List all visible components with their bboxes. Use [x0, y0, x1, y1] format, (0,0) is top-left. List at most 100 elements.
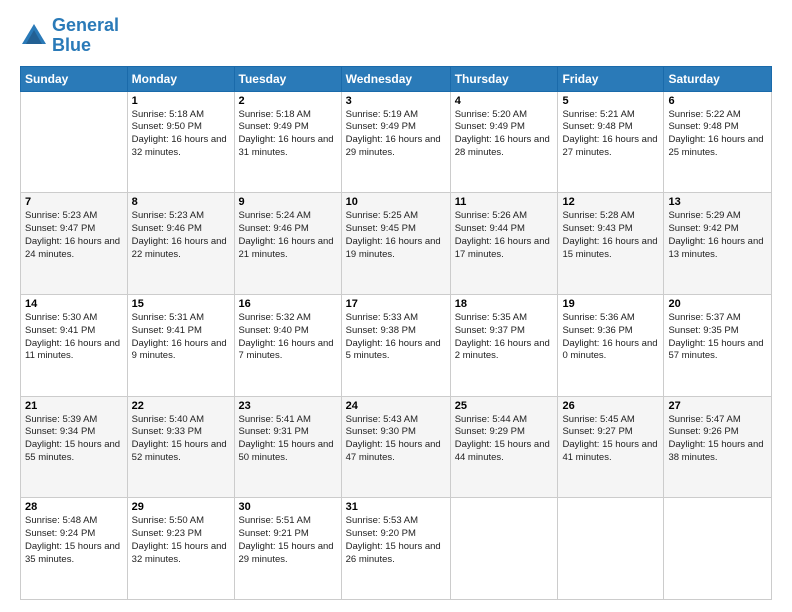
- sunset-text: Sunset: 9:50 PM: [132, 121, 202, 132]
- calendar-cell: 21 Sunrise: 5:39 AM Sunset: 9:34 PM Dayl…: [21, 396, 128, 498]
- sunset-text: Sunset: 9:41 PM: [25, 325, 95, 336]
- daylight-text: Daylight: 15 hours and 47 minutes.: [346, 439, 441, 463]
- daylight-text: Daylight: 16 hours and 9 minutes.: [132, 338, 227, 362]
- page: General Blue SundayMondayTuesdayWednesda…: [0, 0, 792, 612]
- day-number: 16: [239, 298, 337, 310]
- sunrise-text: Sunrise: 5:44 AM: [455, 414, 527, 425]
- day-info: Sunrise: 5:43 AM Sunset: 9:30 PM Dayligh…: [346, 414, 446, 465]
- daylight-text: Daylight: 16 hours and 19 minutes.: [346, 236, 441, 260]
- day-info: Sunrise: 5:18 AM Sunset: 9:50 PM Dayligh…: [132, 109, 230, 160]
- day-number: 24: [346, 400, 446, 412]
- sunrise-text: Sunrise: 5:22 AM: [668, 109, 740, 120]
- daylight-text: Daylight: 16 hours and 25 minutes.: [668, 134, 763, 158]
- calendar-cell: 27 Sunrise: 5:47 AM Sunset: 9:26 PM Dayl…: [664, 396, 772, 498]
- calendar-cell: [450, 498, 558, 600]
- daylight-text: Daylight: 16 hours and 21 minutes.: [239, 236, 334, 260]
- calendar-cell: 15 Sunrise: 5:31 AM Sunset: 9:41 PM Dayl…: [127, 294, 234, 396]
- day-info: Sunrise: 5:39 AM Sunset: 9:34 PM Dayligh…: [25, 414, 123, 465]
- day-info: Sunrise: 5:24 AM Sunset: 9:46 PM Dayligh…: [239, 210, 337, 261]
- day-info: Sunrise: 5:36 AM Sunset: 9:36 PM Dayligh…: [562, 312, 659, 363]
- day-info: Sunrise: 5:25 AM Sunset: 9:45 PM Dayligh…: [346, 210, 446, 261]
- day-number: 27: [668, 400, 767, 412]
- sunset-text: Sunset: 9:37 PM: [455, 325, 525, 336]
- daylight-text: Daylight: 16 hours and 24 minutes.: [25, 236, 120, 260]
- daylight-text: Daylight: 16 hours and 5 minutes.: [346, 338, 441, 362]
- sunrise-text: Sunrise: 5:35 AM: [455, 312, 527, 323]
- calendar-cell: 24 Sunrise: 5:43 AM Sunset: 9:30 PM Dayl…: [341, 396, 450, 498]
- calendar-cell: 17 Sunrise: 5:33 AM Sunset: 9:38 PM Dayl…: [341, 294, 450, 396]
- sunrise-text: Sunrise: 5:45 AM: [562, 414, 634, 425]
- calendar-cell: 9 Sunrise: 5:24 AM Sunset: 9:46 PM Dayli…: [234, 193, 341, 295]
- day-info: Sunrise: 5:40 AM Sunset: 9:33 PM Dayligh…: [132, 414, 230, 465]
- sunset-text: Sunset: 9:29 PM: [455, 426, 525, 437]
- calendar-cell: 23 Sunrise: 5:41 AM Sunset: 9:31 PM Dayl…: [234, 396, 341, 498]
- day-number: 28: [25, 501, 123, 513]
- sunset-text: Sunset: 9:33 PM: [132, 426, 202, 437]
- sunrise-text: Sunrise: 5:53 AM: [346, 515, 418, 526]
- calendar-cell: [558, 498, 664, 600]
- sunrise-text: Sunrise: 5:19 AM: [346, 109, 418, 120]
- daylight-text: Daylight: 16 hours and 15 minutes.: [562, 236, 657, 260]
- calendar-week-row: 14 Sunrise: 5:30 AM Sunset: 9:41 PM Dayl…: [21, 294, 772, 396]
- sunset-text: Sunset: 9:31 PM: [239, 426, 309, 437]
- sunrise-text: Sunrise: 5:18 AM: [132, 109, 204, 120]
- calendar-cell: 22 Sunrise: 5:40 AM Sunset: 9:33 PM Dayl…: [127, 396, 234, 498]
- sunrise-text: Sunrise: 5:50 AM: [132, 515, 204, 526]
- day-info: Sunrise: 5:23 AM Sunset: 9:47 PM Dayligh…: [25, 210, 123, 261]
- sunset-text: Sunset: 9:48 PM: [562, 121, 632, 132]
- sunset-text: Sunset: 9:43 PM: [562, 223, 632, 234]
- sunset-text: Sunset: 9:21 PM: [239, 528, 309, 539]
- sunset-text: Sunset: 9:44 PM: [455, 223, 525, 234]
- header: General Blue: [20, 16, 772, 56]
- calendar-cell: 11 Sunrise: 5:26 AM Sunset: 9:44 PM Dayl…: [450, 193, 558, 295]
- daylight-text: Daylight: 15 hours and 55 minutes.: [25, 439, 120, 463]
- calendar-cell: 7 Sunrise: 5:23 AM Sunset: 9:47 PM Dayli…: [21, 193, 128, 295]
- calendar-cell: 4 Sunrise: 5:20 AM Sunset: 9:49 PM Dayli…: [450, 91, 558, 193]
- sunrise-text: Sunrise: 5:47 AM: [668, 414, 740, 425]
- calendar-cell: 25 Sunrise: 5:44 AM Sunset: 9:29 PM Dayl…: [450, 396, 558, 498]
- day-number: 20: [668, 298, 767, 310]
- daylight-text: Daylight: 15 hours and 35 minutes.: [25, 541, 120, 565]
- day-info: Sunrise: 5:21 AM Sunset: 9:48 PM Dayligh…: [562, 109, 659, 160]
- sunset-text: Sunset: 9:20 PM: [346, 528, 416, 539]
- sunset-text: Sunset: 9:35 PM: [668, 325, 738, 336]
- sunrise-text: Sunrise: 5:51 AM: [239, 515, 311, 526]
- calendar-cell: 26 Sunrise: 5:45 AM Sunset: 9:27 PM Dayl…: [558, 396, 664, 498]
- day-number: 30: [239, 501, 337, 513]
- day-number: 26: [562, 400, 659, 412]
- calendar-week-row: 28 Sunrise: 5:48 AM Sunset: 9:24 PM Dayl…: [21, 498, 772, 600]
- sunset-text: Sunset: 9:42 PM: [668, 223, 738, 234]
- daylight-text: Daylight: 15 hours and 41 minutes.: [562, 439, 657, 463]
- day-info: Sunrise: 5:51 AM Sunset: 9:21 PM Dayligh…: [239, 515, 337, 566]
- day-info: Sunrise: 5:45 AM Sunset: 9:27 PM Dayligh…: [562, 414, 659, 465]
- calendar-cell: 31 Sunrise: 5:53 AM Sunset: 9:20 PM Dayl…: [341, 498, 450, 600]
- day-info: Sunrise: 5:26 AM Sunset: 9:44 PM Dayligh…: [455, 210, 554, 261]
- calendar-cell: 2 Sunrise: 5:18 AM Sunset: 9:49 PM Dayli…: [234, 91, 341, 193]
- logo-icon: [20, 22, 48, 50]
- calendar-cell: 12 Sunrise: 5:28 AM Sunset: 9:43 PM Dayl…: [558, 193, 664, 295]
- calendar-week-row: 7 Sunrise: 5:23 AM Sunset: 9:47 PM Dayli…: [21, 193, 772, 295]
- day-info: Sunrise: 5:44 AM Sunset: 9:29 PM Dayligh…: [455, 414, 554, 465]
- daylight-text: Daylight: 16 hours and 27 minutes.: [562, 134, 657, 158]
- daylight-text: Daylight: 16 hours and 29 minutes.: [346, 134, 441, 158]
- column-header-wednesday: Wednesday: [341, 66, 450, 91]
- sunset-text: Sunset: 9:24 PM: [25, 528, 95, 539]
- column-header-monday: Monday: [127, 66, 234, 91]
- calendar-cell: 8 Sunrise: 5:23 AM Sunset: 9:46 PM Dayli…: [127, 193, 234, 295]
- day-info: Sunrise: 5:33 AM Sunset: 9:38 PM Dayligh…: [346, 312, 446, 363]
- day-number: 31: [346, 501, 446, 513]
- calendar-cell: [21, 91, 128, 193]
- sunrise-text: Sunrise: 5:33 AM: [346, 312, 418, 323]
- column-header-saturday: Saturday: [664, 66, 772, 91]
- sunset-text: Sunset: 9:46 PM: [239, 223, 309, 234]
- sunrise-text: Sunrise: 5:25 AM: [346, 210, 418, 221]
- day-number: 7: [25, 196, 123, 208]
- day-number: 6: [668, 95, 767, 107]
- day-info: Sunrise: 5:18 AM Sunset: 9:49 PM Dayligh…: [239, 109, 337, 160]
- daylight-text: Daylight: 16 hours and 2 minutes.: [455, 338, 550, 362]
- calendar-cell: [664, 498, 772, 600]
- sunset-text: Sunset: 9:30 PM: [346, 426, 416, 437]
- daylight-text: Daylight: 16 hours and 22 minutes.: [132, 236, 227, 260]
- day-number: 2: [239, 95, 337, 107]
- sunrise-text: Sunrise: 5:48 AM: [25, 515, 97, 526]
